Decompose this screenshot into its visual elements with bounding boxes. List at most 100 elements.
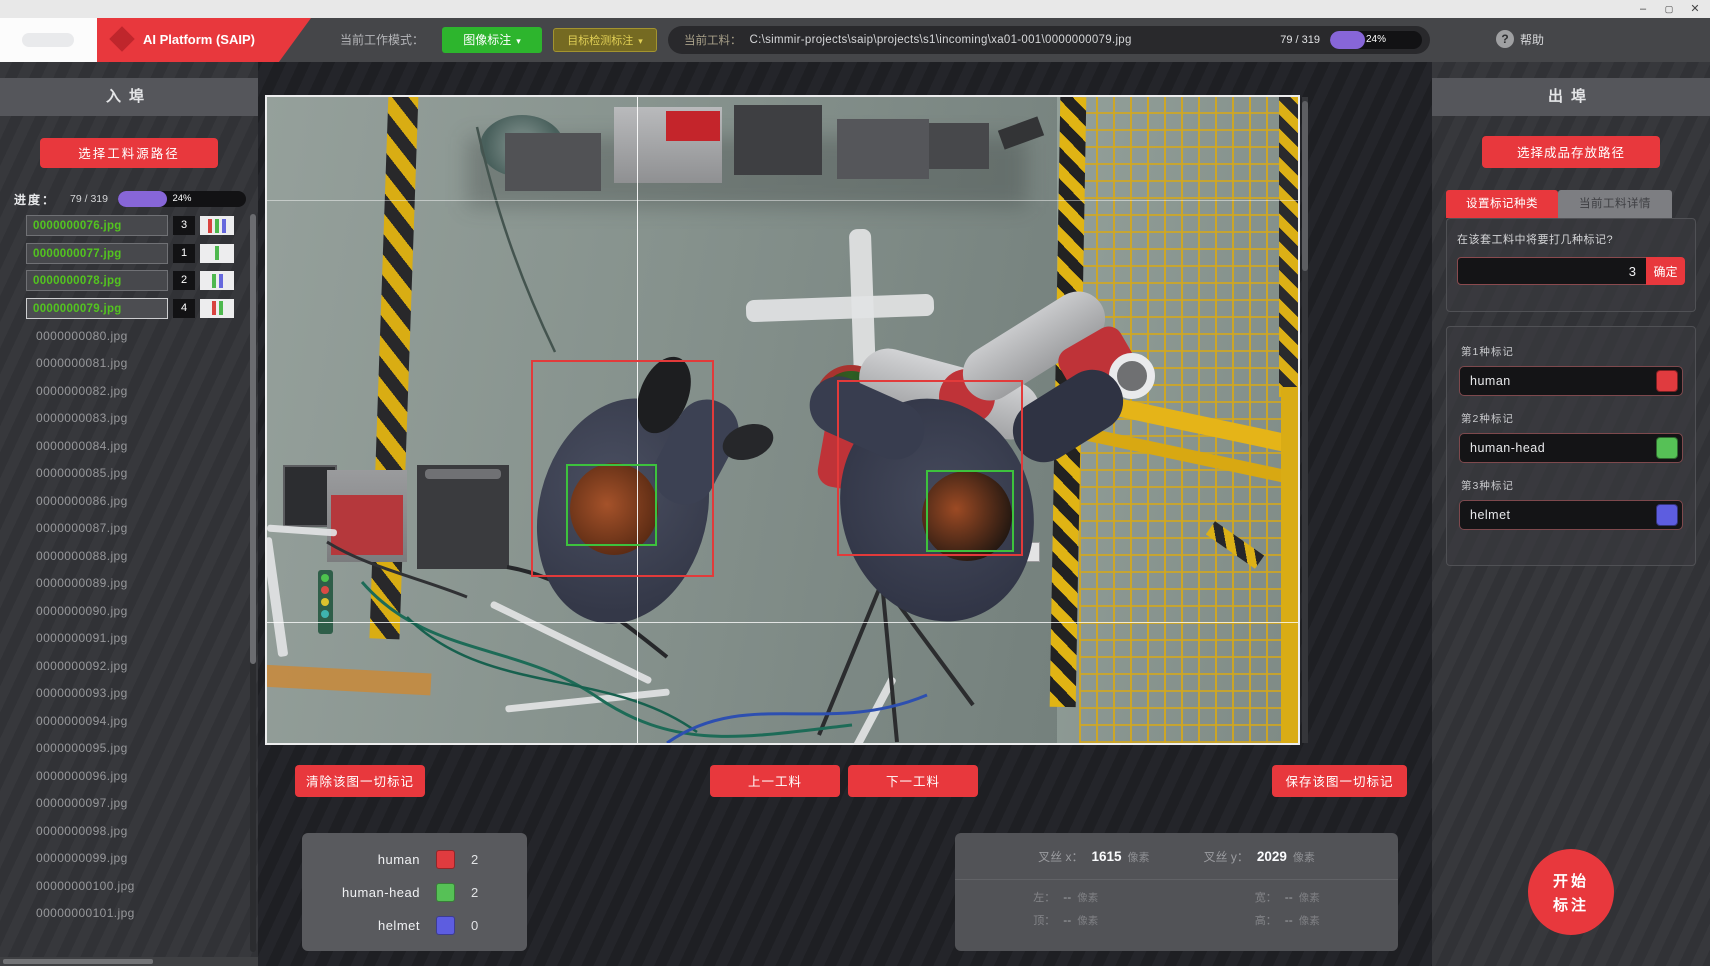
annotation-count-badge: 4 xyxy=(173,299,195,318)
previous-file-button[interactable]: 上一工料 xyxy=(710,765,840,797)
file-item[interactable]: 0000000076.jpg3 xyxy=(26,214,234,237)
scrollbar-thumb[interactable] xyxy=(3,959,153,964)
annotation-count-badge: 2 xyxy=(173,271,195,290)
scrollbar-thumb[interactable] xyxy=(250,214,256,664)
box-left-readout: 左： -- 像素 xyxy=(1033,889,1098,905)
legend-class-count: 2 xyxy=(471,885,478,900)
file-name: 0000000077.jpg xyxy=(26,243,168,264)
close-icon[interactable]: ✕ xyxy=(1684,1,1706,17)
save-annotations-button[interactable]: 保存该图一切标记 xyxy=(1272,765,1407,797)
mark-2-label: 第2种标记 xyxy=(1461,411,1683,426)
file-item[interactable]: 0000000079.jpg 4 xyxy=(26,297,234,320)
file-item[interactable]: 0000000084.jpg xyxy=(26,434,234,457)
class-bar xyxy=(208,219,212,233)
tab-set-mark-types[interactable]: 设置标记种类 xyxy=(1446,190,1558,218)
file-item[interactable]: 0000000086.jpg xyxy=(26,489,234,512)
file-item[interactable]: 0000000089.jpg xyxy=(26,572,234,595)
file-item[interactable]: 0000000082.jpg xyxy=(26,379,234,402)
file-item[interactable]: 0000000092.jpg xyxy=(26,654,234,677)
file-list-hscrollbar[interactable] xyxy=(0,957,258,966)
legend-color-swatch xyxy=(436,850,455,869)
detection-annotation-mode-button[interactable]: 目标检测标注▾ xyxy=(553,28,657,52)
file-item[interactable]: 0000000085.jpg xyxy=(26,462,234,485)
legend-class-count: 2 xyxy=(471,852,478,867)
next-file-button[interactable]: 下一工料 xyxy=(848,765,978,797)
legend-class-label: human xyxy=(302,852,420,867)
legend-row: human-head2 xyxy=(302,876,527,909)
canvas-scrollbar[interactable] xyxy=(1302,97,1308,743)
mark-count-panel: 在该套工料中将要打几种标记? 确定 xyxy=(1446,218,1696,312)
scrollbar-thumb[interactable] xyxy=(1302,101,1308,271)
legend-row: helmet0 xyxy=(302,909,527,942)
help-button[interactable]: ? 帮助 xyxy=(1496,30,1544,48)
annotated-image-canvas[interactable] xyxy=(265,95,1300,745)
app-header: AI Platform (SAIP) 当前工作模式： 图像标注▾ 目标检测标注▾… xyxy=(0,18,1710,62)
file-list-scrollbar[interactable] xyxy=(250,214,256,952)
help-label: 帮助 xyxy=(1520,31,1544,48)
minimize-icon[interactable]: – xyxy=(1632,1,1654,17)
export-panel-title: 出埠 xyxy=(1432,78,1710,116)
file-item[interactable]: 0000000078.jpg2 xyxy=(26,269,234,292)
mark-1-color-swatch[interactable] xyxy=(1656,370,1678,392)
class-bar xyxy=(219,274,223,288)
file-item[interactable]: 00000000100.jpg xyxy=(26,874,234,897)
file-name: 0000000076.jpg xyxy=(26,215,168,236)
file-item[interactable]: 0000000096.jpg xyxy=(26,764,234,787)
current-file-bar: 当前工料： C:\simmir-projects\saip\projects\s… xyxy=(668,26,1430,54)
box-top-readout: 顶： -- 像素 xyxy=(1033,912,1098,928)
class-bar xyxy=(222,219,226,233)
image-annotation-mode-button[interactable]: 图像标注▾ xyxy=(442,27,542,53)
file-item[interactable]: 0000000091.jpg xyxy=(26,627,234,650)
mark-2-color-swatch[interactable] xyxy=(1656,437,1678,459)
tab-current-file-details[interactable]: 当前工料详情 xyxy=(1558,190,1672,218)
maximize-icon[interactable]: ▢ xyxy=(1658,1,1680,17)
file-item[interactable]: 0000000095.jpg xyxy=(26,737,234,760)
file-name: 0000000095.jpg xyxy=(26,741,128,755)
file-item[interactable]: 0000000099.jpg xyxy=(26,847,234,870)
mark-3-color-swatch[interactable] xyxy=(1656,504,1678,526)
mark-3-input[interactable]: helmet xyxy=(1459,500,1683,530)
file-item[interactable]: 00000000101.jpg xyxy=(26,902,234,925)
choose-output-path-button[interactable]: 选择成品存放路径 xyxy=(1482,136,1660,168)
choose-source-path-button[interactable]: 选择工料源路径 xyxy=(40,138,218,168)
file-name: 0000000092.jpg xyxy=(26,659,128,673)
file-item[interactable]: 0000000094.jpg xyxy=(26,709,234,732)
crosshair-horizontal-faint xyxy=(267,200,1298,201)
annotation-box-human-head[interactable] xyxy=(926,470,1014,552)
clear-annotations-button[interactable]: 清除该图一切标记 xyxy=(295,765,425,797)
mark-1-input[interactable]: human xyxy=(1459,366,1683,396)
file-name: 0000000083.jpg xyxy=(26,411,128,425)
file-item[interactable]: 0000000097.jpg xyxy=(26,792,234,815)
confirm-button[interactable]: 确定 xyxy=(1646,257,1685,285)
crosshair-x-readout: 叉丝 x： 1615 像素 xyxy=(1038,848,1149,865)
box-height-readout: 高： -- 像素 xyxy=(1255,912,1320,928)
file-item[interactable]: 0000000083.jpg xyxy=(26,407,234,430)
annotation-box-human-head[interactable] xyxy=(566,464,657,546)
class-color-bars xyxy=(200,271,234,290)
file-item[interactable]: 0000000077.jpg1 xyxy=(26,242,234,265)
file-item[interactable]: 0000000080.jpg xyxy=(26,324,234,347)
file-item[interactable]: 0000000087.jpg xyxy=(26,517,234,540)
legend-color-swatch xyxy=(436,883,455,902)
file-list: 0000000076.jpg3 0000000077.jpg1 0000000078… xyxy=(26,214,234,952)
mark-count-input[interactable] xyxy=(1457,257,1647,285)
progress-percent: 24% xyxy=(1330,31,1422,49)
file-item[interactable]: 0000000090.jpg xyxy=(26,599,234,622)
mark-2-input[interactable]: human-head xyxy=(1459,433,1683,463)
class-bar xyxy=(215,219,219,233)
start-annotation-button[interactable]: 开始 标注 xyxy=(1528,849,1614,935)
file-item[interactable]: 0000000098.jpg xyxy=(26,819,234,842)
current-file-label: 当前工料： xyxy=(684,32,742,48)
header-progress-bar: 24% xyxy=(1330,31,1422,49)
file-name: 00000000101.jpg xyxy=(26,906,135,920)
file-item[interactable]: 0000000081.jpg xyxy=(26,352,234,375)
import-panel-title: 入埠 xyxy=(0,78,258,116)
file-name: 0000000088.jpg xyxy=(26,549,128,563)
file-item[interactable]: 0000000093.jpg xyxy=(26,682,234,705)
file-name: 0000000079.jpg xyxy=(26,298,168,319)
file-name: 0000000087.jpg xyxy=(26,521,128,535)
box-width-readout: 宽： -- 像素 xyxy=(1255,889,1320,905)
class-color-bars xyxy=(200,216,234,235)
file-name: 0000000091.jpg xyxy=(26,631,128,645)
file-item[interactable]: 0000000088.jpg xyxy=(26,544,234,567)
